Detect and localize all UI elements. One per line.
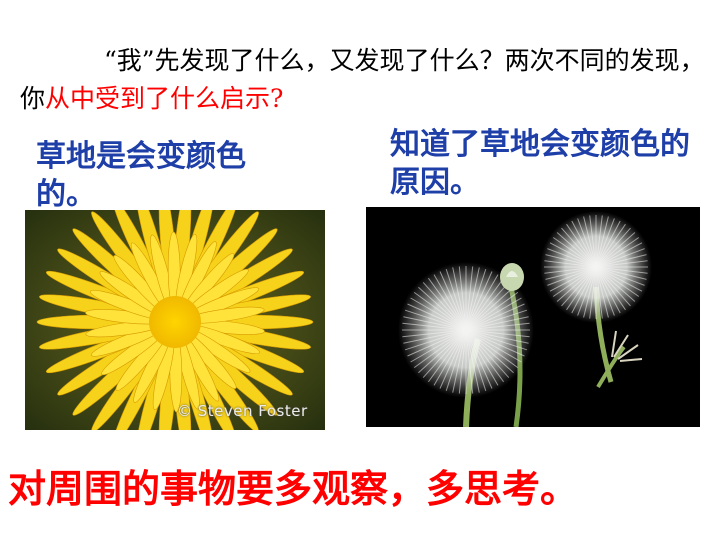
photo-credit: © Steven Foster: [177, 402, 308, 420]
caption-right: 知道了草地会变颜色的原因。: [390, 127, 690, 200]
conclusion-text: 对周围的事物要多观察，多思考。: [8, 467, 579, 511]
question-text: “我”先发现了什么，又发现了什么？两次不同的发现，你从中受到了什么启示?: [20, 42, 720, 118]
slide: “我”先发现了什么，又发现了什么？两次不同的发现，你从中受到了什么启示? 草地是…: [0, 0, 720, 540]
caption-left: 草地是会变颜色的。: [36, 139, 246, 212]
dandelion-seedhead-illustration: [366, 207, 700, 427]
yellow-dandelion-photo: © Steven Foster: [25, 210, 325, 430]
dandelion-flower-illustration: [25, 210, 325, 430]
question-red-part: 从中受到了什么启示?: [45, 84, 284, 113]
dandelion-seedhead-photo: [366, 207, 700, 427]
